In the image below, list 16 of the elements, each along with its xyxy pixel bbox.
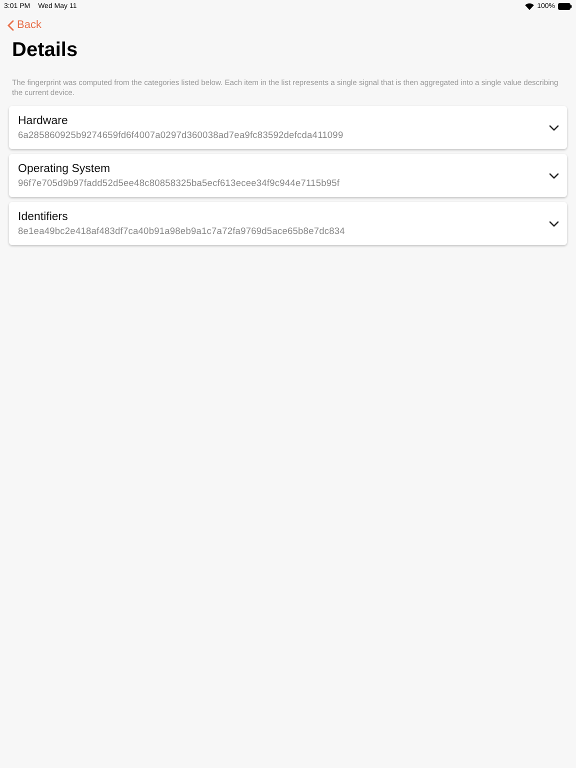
category-card[interactable]: Operating System 96f7e705d9b97fadd52d5ee48c80858325ba5ecf613ecee34f9c944e7115b95f [9, 154, 567, 197]
category-name: Operating System [18, 163, 112, 175]
category-hash: 6a285860925b9274659fd6f4007a0297d360038ad7ea9fc83592defcda411099 [18, 130, 344, 140]
category-name: Hardware [18, 115, 69, 127]
category-card[interactable]: Hardware 6a285860925b9274659fd6f4007a0297d360038ad7ea9fc83592defcda411099 [9, 106, 567, 149]
chevron-down-icon [549, 172, 559, 178]
category-card[interactable]: Identifiers 8e1ea49bc2e418af483df7ca40b91a98eb9a1c7a72fa9769d5ace65b8e7dc834 [9, 202, 567, 245]
battery-icon [558, 2, 572, 10]
chevron-down-icon [549, 124, 559, 130]
category-hash: 96f7e705d9b97fadd52d5ee48c80858325ba5ecf613ecee34f9c944e7115b95f [18, 178, 341, 188]
wifi-icon [525, 2, 534, 10]
category-hash: 8e1ea49bc2e418af483df7ca40b91a98eb9a1c7a72fa9769d5ace65b8e7dc834 [18, 226, 346, 236]
category-name: Identifiers [18, 211, 69, 223]
page-title: Details [12, 39, 79, 62]
back-chevron-icon [7, 20, 14, 30]
chevron-down-icon [549, 220, 559, 226]
